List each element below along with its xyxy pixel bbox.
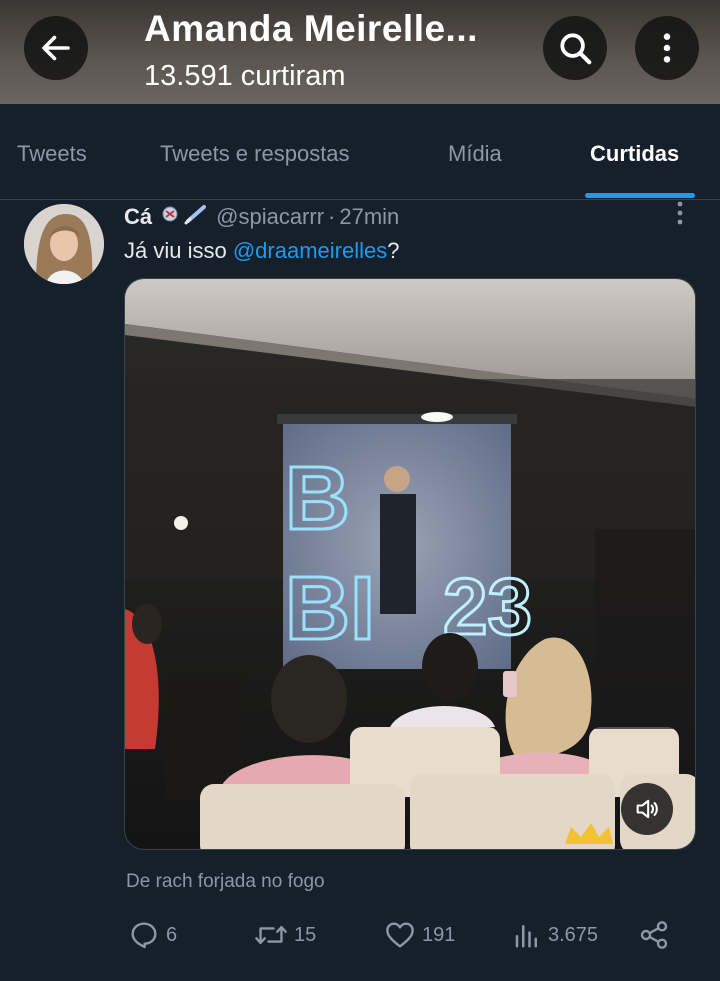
more-options-button[interactable]: [635, 16, 699, 80]
tweet-video[interactable]: B BI 23: [124, 278, 696, 850]
separator-dot: ·: [328, 204, 336, 229]
mention-link[interactable]: @draameirelles: [233, 238, 387, 263]
like-button[interactable]: 191: [384, 918, 455, 952]
retweet-icon: [255, 925, 287, 945]
active-tab-indicator: [585, 193, 695, 198]
tab-tweets[interactable]: Tweets: [17, 141, 87, 167]
tweet-more-button[interactable]: [670, 200, 690, 228]
views-button[interactable]: 3.675: [512, 918, 598, 952]
retweet-button[interactable]: 15: [254, 918, 316, 952]
back-arrow-icon: [42, 35, 70, 61]
views-icon: [515, 925, 537, 948]
share-button[interactable]: [638, 918, 670, 952]
tweet-text-part: Já viu isso: [124, 238, 233, 263]
author-name[interactable]: Cá: [124, 204, 152, 230]
more-vertical-icon: [677, 201, 683, 225]
tweet-header: Cá @spiacarrr · 27min: [124, 203, 399, 231]
tweet-time[interactable]: 27min: [339, 204, 399, 230]
profile-header: Amanda Meirelle... 13.591 curtiram: [0, 0, 720, 104]
search-icon: [560, 33, 592, 65]
tweet-text: Já viu isso @draameirelles?: [124, 238, 399, 264]
tab-tweets-and-replies[interactable]: Tweets e respostas: [160, 141, 350, 167]
tab-likes[interactable]: Curtidas: [590, 141, 679, 167]
likes-count: 13.591 curtiram: [144, 60, 346, 92]
like-icon: [386, 922, 414, 948]
profile-name: Amanda Meirelle...: [144, 8, 478, 49]
back-button[interactable]: [24, 16, 88, 80]
avatar[interactable]: [24, 204, 104, 284]
profile-tabs: Tweets Tweets e respostas Mídia Curtidas: [0, 104, 720, 200]
tab-media[interactable]: Mídia: [448, 141, 502, 167]
svg-text:BI: BI: [285, 559, 375, 659]
author-handle[interactable]: @spiacarrr: [216, 204, 324, 230]
video-frame: B BI 23: [125, 279, 695, 849]
reply-button[interactable]: 6: [128, 918, 177, 952]
reply-count: 6: [166, 923, 178, 946]
retweet-count: 15: [294, 923, 317, 946]
volume-icon: [636, 799, 658, 819]
search-button[interactable]: [543, 16, 607, 80]
tweet-text-part: ?: [387, 238, 400, 263]
volume-button[interactable]: [621, 783, 673, 835]
svg-text:B: B: [285, 449, 350, 549]
emoji-icons: [160, 203, 208, 231]
reply-icon: [131, 922, 157, 949]
views-count: 3.675: [548, 923, 599, 946]
video-caption: De rach forjada no fogo: [126, 871, 325, 892]
like-count: 191: [422, 923, 456, 946]
share-icon: [640, 921, 668, 949]
more-vertical-icon: [663, 33, 671, 63]
